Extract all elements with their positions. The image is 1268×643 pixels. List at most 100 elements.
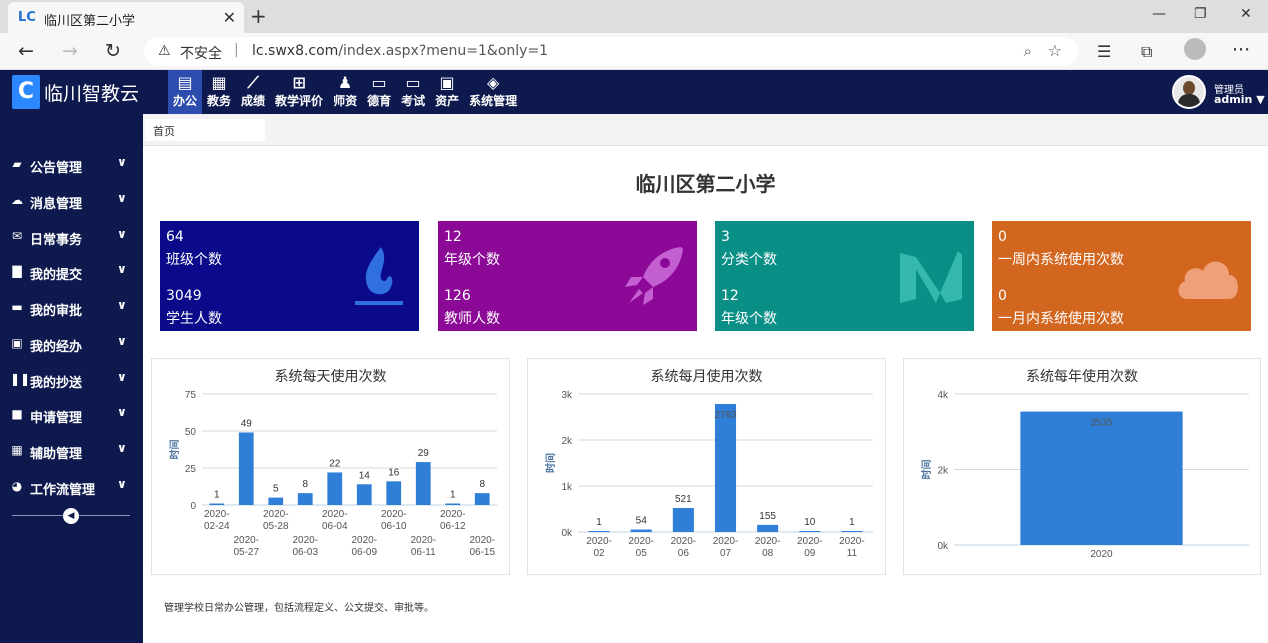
menu-item-exam[interactable]: ▭ 考试 [396, 70, 430, 114]
stat-value: 12 [721, 288, 739, 304]
bar [386, 481, 402, 505]
x-tick-label: 06-15 [469, 547, 495, 558]
x-tick-label: 2020- [233, 535, 259, 546]
sidebar-item-cc[interactable]: ❚❚ 我的抄送 ∨ [0, 364, 143, 398]
sidebar-item-requests[interactable]: ■ 申请管理 ∨ [0, 399, 143, 433]
data-label: 8 [479, 479, 485, 490]
data-label: 22 [329, 458, 341, 469]
back-icon[interactable]: ← [18, 40, 34, 62]
new-tab-button[interactable]: + [250, 4, 267, 28]
x-tick-label: 06-10 [381, 521, 407, 532]
collections-icon[interactable]: ⧉ [1141, 42, 1152, 62]
chevron-down-icon: ∨ [117, 477, 127, 491]
sidebar-item-auxiliary[interactable]: ▦ 辅助管理 ∨ [0, 435, 143, 469]
profile-avatar-icon[interactable] [1184, 38, 1206, 60]
top-menu: ▤ 办公 ▦ 教务 ⟋ 成绩 ⊞ 教学评价 ♟ 师资 ▭ 德育 ▭ 考试 ▣ 资产 ◈ 系统管理 [168, 70, 522, 114]
sidebar-item-messages[interactable]: ☁ 消息管理 ∨ [0, 185, 143, 219]
menu-item-evaluation[interactable]: ⊞ 教学评价 [270, 70, 328, 114]
restore-icon[interactable]: ❐ [1194, 6, 1207, 22]
document-icon: ▤ [177, 73, 193, 92]
x-tick-label: 06-12 [440, 521, 466, 532]
x-tick-label: 06-11 [411, 547, 436, 558]
browser-tab[interactable]: LC 临川区第二小学 ✕ [8, 2, 244, 33]
menu-item-assets[interactable]: ▣ 资产 [430, 70, 464, 114]
data-label: 5 [273, 484, 279, 495]
x-tick-label: 2020- [839, 536, 865, 547]
main-content: 首页 临川区第二小学 64 班级个数 3049 学生人数 12 年级个数 126… [143, 114, 1268, 643]
sidebar-item-daily[interactable]: ✉ 日常事务 ∨ [0, 221, 143, 255]
x-tick-label: 11 [847, 548, 858, 559]
book-icon: ▰ [12, 157, 22, 171]
flame-icon [355, 247, 403, 305]
x-tick-label: 2020- [381, 509, 407, 520]
stat-card-usage: 0 一周内系统使用次数 0 一月内系统使用次数 [992, 221, 1251, 331]
favorites-list-icon[interactable]: ☰ [1097, 42, 1111, 61]
menu-label: 资产 [435, 94, 460, 108]
bar [799, 531, 821, 532]
zoom-icon[interactable]: ⌕ [1024, 42, 1032, 60]
sidebar-item-handled[interactable]: ▣ 我的经办 ∨ [0, 328, 143, 362]
close-window-icon[interactable]: ✕ [1240, 6, 1252, 22]
chevron-down-icon: ∨ [117, 262, 127, 276]
page-title: 临川区第二小学 [635, 172, 776, 196]
refresh-icon[interactable]: ↻ [105, 40, 121, 62]
x-tick-label: 2020- [292, 535, 318, 546]
sidebar-item-workflow[interactable]: ◕ 工作流管理 ∨ [0, 471, 143, 505]
menu-item-academic[interactable]: ▦ 教务 [202, 70, 236, 114]
sidebar-item-announcements[interactable]: ▰ 公告管理 ∨ [0, 149, 143, 183]
app-logo[interactable]: C 临川智教云 [12, 74, 139, 110]
more-menu-icon[interactable]: ··· [1232, 39, 1250, 61]
menu-item-grades[interactable]: ⟋ 成绩 [236, 70, 270, 114]
stat-value: 12 [444, 229, 462, 245]
data-label: 16 [388, 467, 400, 478]
menu-item-moral[interactable]: ▭ 德育 [362, 70, 396, 114]
stat-label: 一周内系统使用次数 [998, 252, 1124, 268]
module-description: 管理学校日常办公管理，包括流程定义、公文提交、审批等。 [164, 603, 434, 614]
bar [474, 493, 490, 505]
data-label: 155 [759, 511, 776, 522]
daily-usage-chart: 系统每天使用次数时间025507512020-02-24492020-05-27… [168, 368, 497, 558]
sidebar-item-submissions[interactable]: ▇ 我的提交 ∨ [0, 256, 143, 290]
sidebar: ▰ 公告管理 ∨ ☁ 消息管理 ∨ ✉ 日常事务 ∨ ▇ 我的提交 ∨ ▬ 我的审批 ∨ ▣ 我的经办… [0, 114, 143, 643]
menu-label: 考试 [401, 94, 426, 108]
minimize-icon[interactable]: — [1152, 6, 1166, 22]
chart-title: 系统每天使用次数 [275, 368, 387, 384]
sidebar-collapse-toggle[interactable]: ◀ [12, 508, 130, 524]
x-tick-label: 05-27 [233, 547, 259, 558]
favorite-star-icon[interactable]: ☆ [1048, 41, 1062, 60]
url-host: lc.swx8.com [252, 43, 339, 59]
x-tick-label: 06-03 [292, 547, 318, 558]
sidebar-item-label: 我的经办 [30, 340, 83, 355]
chart-panel-yearly: 系统每年使用次数 时间 0k 2k 4k 3535 2020 [903, 358, 1261, 575]
forward-icon[interactable]: → [62, 40, 78, 62]
bar [714, 403, 737, 532]
y-axis-label: 时间 [544, 453, 557, 473]
url-field[interactable]: ⚠ 不安全 | lc.swx8.com/index.aspx?menu=1&on… [144, 37, 1078, 66]
x-tick-label: 2020- [628, 536, 654, 547]
sidebar-item-label: 公告管理 [30, 161, 83, 176]
close-tab-icon[interactable]: ✕ [223, 8, 236, 27]
stat-value: 64 [166, 229, 184, 245]
url-path: /index.aspx?menu=1&only=1 [338, 43, 549, 59]
menu-label: 成绩 [241, 94, 266, 108]
breadcrumb[interactable]: 首页 [145, 119, 265, 141]
data-label: 1 [214, 490, 220, 501]
x-tick-label: 2020- [263, 509, 289, 520]
teacher-icon: ♟ [337, 73, 353, 92]
bar [209, 503, 225, 505]
monitor-icon: ▭ [405, 73, 421, 92]
stat-value: 3049 [166, 288, 202, 304]
y-square-icon: ▣ [11, 336, 23, 350]
chart-title: 系统每年使用次数 [1026, 368, 1138, 384]
data-label: 1 [450, 490, 456, 501]
menu-item-office[interactable]: ▤ 办公 [168, 70, 203, 114]
menu-item-teachers[interactable]: ♟ 师资 [328, 70, 362, 114]
bar [415, 462, 431, 505]
menu-item-system[interactable]: ◈ 系统管理 [464, 70, 522, 114]
sidebar-item-label: 我的提交 [30, 268, 83, 283]
bar [1020, 411, 1183, 545]
stat-label: 年级个数 [444, 252, 500, 268]
sidebar-item-approvals[interactable]: ▬ 我的审批 ∨ [0, 292, 143, 326]
x-tick-label: 2020- [797, 536, 823, 547]
line-chart-icon: ⟋ [247, 73, 259, 92]
